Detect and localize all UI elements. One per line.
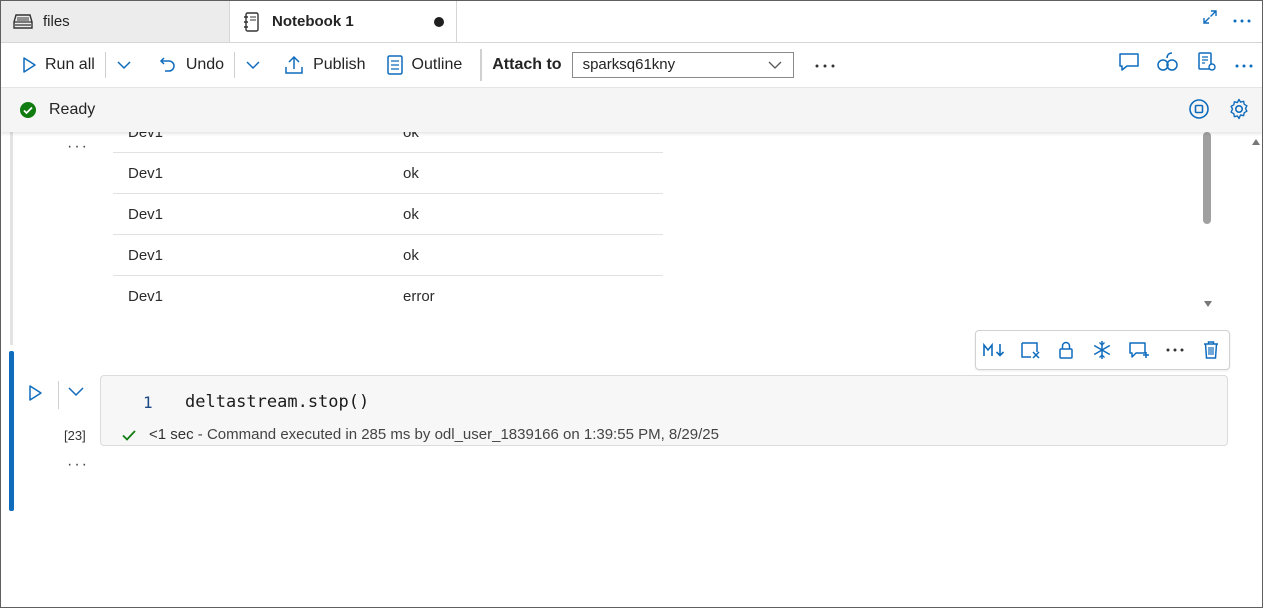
cell-output-more-icon[interactable]: ··· xyxy=(67,456,89,474)
markdown-toggle-icon[interactable] xyxy=(980,336,1008,364)
execution-count: [23] xyxy=(64,428,86,443)
publish-label: Publish xyxy=(313,55,366,73)
cell-action-divider xyxy=(58,381,59,409)
status-text: Ready xyxy=(49,101,96,118)
toolbar-divider xyxy=(480,48,483,81)
toolbar: Run all Undo Publish Outline Attach to s… xyxy=(1,42,1262,88)
notebook-content: ··· Dev1 ok Dev1 ok Dev1 ok Dev1 ok Dev1… xyxy=(1,132,1247,607)
execution-message: - Command executed in 285 ms by odl_user… xyxy=(193,426,719,443)
database-icon xyxy=(13,12,33,32)
outline-icon xyxy=(386,54,403,75)
cell-toolbar xyxy=(975,330,1230,370)
comments-icon[interactable] xyxy=(1118,51,1140,78)
attach-to-value: sparksq61kny xyxy=(582,56,676,73)
upload-icon xyxy=(285,55,303,74)
tab-more-icon[interactable] xyxy=(1232,11,1252,29)
undo-button[interactable]: Undo xyxy=(152,49,230,81)
run-cell-icon[interactable] xyxy=(27,384,43,402)
play-icon xyxy=(23,56,36,73)
output-cell-bar xyxy=(10,132,13,345)
table-row: Dev1 ok xyxy=(113,153,663,194)
output-scrollbar-thumb[interactable] xyxy=(1203,132,1211,224)
tab-bar: files Notebook 1 xyxy=(1,1,1262,43)
chevron-down-icon xyxy=(117,60,131,69)
table-row: Dev1 ok xyxy=(113,235,663,276)
line-number: 1 xyxy=(143,393,153,412)
table-row: Dev1 ok xyxy=(113,132,663,153)
code-cell[interactable]: 1 deltastream.stop() <1 sec - Command ex… xyxy=(100,375,1228,446)
tab-files-label: files xyxy=(43,13,70,30)
check-icon xyxy=(122,429,136,441)
tab-notebook-1[interactable]: Notebook 1 xyxy=(230,1,457,42)
status-bar: Ready xyxy=(1,88,1262,132)
run-options-dropdown[interactable] xyxy=(110,49,138,81)
toolbar-divider xyxy=(104,51,106,78)
check-circle-icon xyxy=(20,102,36,118)
scroll-up-arrow-icon[interactable] xyxy=(1251,138,1261,146)
cell-more-icon[interactable] xyxy=(1161,336,1189,364)
freeze-icon[interactable] xyxy=(1088,336,1116,364)
table-cell: Dev1 xyxy=(128,164,164,182)
undo-label: Undo xyxy=(185,55,225,73)
run-all-label: Run all xyxy=(45,55,95,73)
attach-to-select[interactable]: sparksq61kny xyxy=(571,51,794,78)
table-cell: Dev1 xyxy=(128,205,164,223)
outline-button[interactable]: Outline xyxy=(380,49,469,81)
clear-output-icon[interactable] xyxy=(1016,336,1044,364)
stop-session-icon[interactable] xyxy=(1188,98,1210,125)
environment-icon[interactable] xyxy=(1156,50,1180,79)
table-cell: Dev1 xyxy=(128,287,164,305)
notebook-window: files Notebook 1 Run all Undo Publish Ou… xyxy=(0,0,1263,608)
gear-icon[interactable] xyxy=(1228,98,1250,125)
delete-cell-icon[interactable] xyxy=(1197,336,1225,364)
toolbar-divider xyxy=(234,51,236,78)
execution-duration: <1 sec xyxy=(149,426,194,443)
table-cell: ok xyxy=(403,132,419,141)
chevron-down-icon xyxy=(246,60,260,69)
outline-label: Outline xyxy=(411,55,463,73)
execution-status: <1 sec - Command executed in 285 ms by o… xyxy=(121,426,719,443)
scroll-down-arrow-icon[interactable] xyxy=(1203,300,1213,308)
undo-icon xyxy=(159,56,175,72)
table-cell: Dev1 xyxy=(128,246,164,264)
table-cell: ok xyxy=(403,246,419,264)
run-all-button[interactable]: Run all xyxy=(15,49,101,81)
table-cell: Dev1 xyxy=(128,132,164,141)
publish-button[interactable]: Publish xyxy=(277,49,371,81)
toolbar-overflow-icon[interactable] xyxy=(1234,56,1254,74)
code-editor-text[interactable]: deltastream.stop() xyxy=(185,392,369,412)
output-more-icon[interactable]: ··· xyxy=(67,138,89,156)
add-comment-icon[interactable] xyxy=(1125,336,1153,364)
lock-icon[interactable] xyxy=(1052,336,1080,364)
notebook-icon xyxy=(242,11,262,32)
table-cell: error xyxy=(403,287,435,305)
settings-list-icon[interactable] xyxy=(1196,51,1218,78)
active-cell-indicator xyxy=(9,351,14,511)
table-cell: ok xyxy=(403,164,419,182)
expand-icon[interactable] xyxy=(1202,9,1218,30)
unsaved-dot-icon xyxy=(434,17,444,27)
table-row: Dev1 error xyxy=(113,276,663,316)
toolbar-more-icon[interactable] xyxy=(814,56,836,74)
attach-to-label: Attach to xyxy=(492,55,562,73)
output-table: Dev1 ok Dev1 ok Dev1 ok Dev1 ok Dev1 err… xyxy=(113,132,663,316)
tab-files[interactable]: files xyxy=(1,1,230,42)
tab-notebook-label: Notebook 1 xyxy=(272,13,354,30)
chevron-down-icon[interactable] xyxy=(67,385,85,397)
page-scrollbar[interactable] xyxy=(1247,132,1262,607)
table-row: Dev1 ok xyxy=(113,194,663,235)
table-cell: ok xyxy=(403,205,419,223)
chevron-down-icon xyxy=(768,61,782,69)
undo-options-dropdown[interactable] xyxy=(239,49,267,81)
